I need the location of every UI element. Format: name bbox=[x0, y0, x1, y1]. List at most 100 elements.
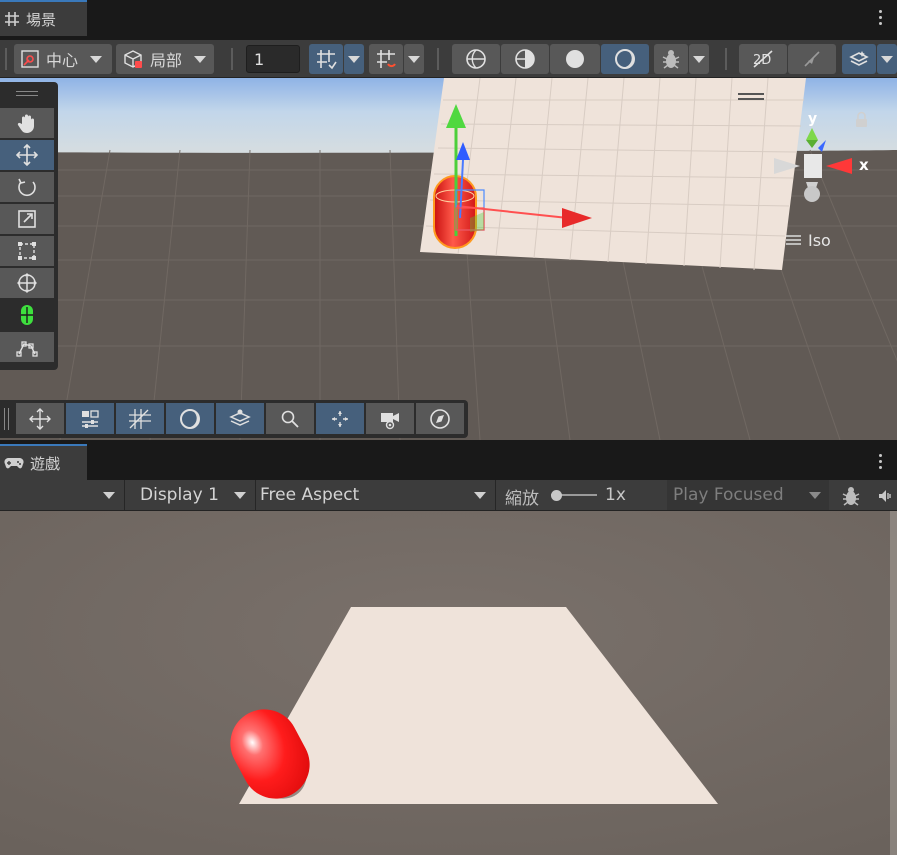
space-mode-label: 局部 bbox=[150, 51, 183, 70]
scene-viewport bbox=[0, 78, 897, 440]
chevron-down-icon bbox=[809, 492, 821, 499]
gizmo-axis-x-label: x bbox=[859, 156, 869, 174]
path-icon bbox=[16, 341, 38, 357]
pivot-mode-label: 中心 bbox=[46, 51, 79, 70]
chevron-down-icon bbox=[348, 55, 360, 63]
shading-wireframe-button[interactable] bbox=[452, 44, 500, 74]
scale-slider-thumb[interactable] bbox=[551, 490, 562, 501]
tool-hand[interactable] bbox=[0, 108, 54, 138]
overlay-move-button[interactable] bbox=[16, 403, 64, 434]
play-mode-label: Play Focused bbox=[673, 485, 784, 505]
tab-scene-label: 場景 bbox=[26, 10, 57, 29]
scene-more-icon[interactable] bbox=[879, 10, 883, 25]
game-view[interactable] bbox=[0, 511, 897, 855]
shading-icon bbox=[180, 408, 200, 429]
scene-view[interactable]: y x Iso bbox=[0, 78, 897, 440]
shading-shaded-wireframe-button[interactable] bbox=[501, 44, 549, 74]
tab-game[interactable]: 遊戲 bbox=[0, 444, 87, 480]
aspect-ratio-label: Free Aspect bbox=[260, 485, 360, 505]
scene-plane bbox=[420, 78, 806, 271]
overlay-camera-button[interactable] bbox=[366, 403, 414, 434]
toolbar-separator bbox=[495, 480, 496, 510]
overlay-settings-button[interactable] bbox=[66, 403, 114, 434]
tool-path[interactable] bbox=[0, 332, 54, 362]
chevron-down-icon bbox=[90, 55, 103, 63]
toggle-lighting-button[interactable] bbox=[788, 44, 836, 74]
overlay-navigation-button[interactable] bbox=[416, 403, 464, 434]
increment-snap-button[interactable] bbox=[369, 44, 403, 74]
overlay-shading-button[interactable] bbox=[166, 403, 214, 434]
camera-icon bbox=[381, 412, 399, 429]
bug-icon bbox=[662, 50, 680, 69]
tool-rect[interactable] bbox=[0, 236, 54, 266]
scale-label: 縮放 bbox=[505, 489, 539, 509]
chevron-down-icon bbox=[881, 55, 893, 63]
increment-snap-icon bbox=[377, 50, 396, 68]
scale-value: 1x bbox=[605, 485, 626, 505]
display-dropdown[interactable]: Display 1 bbox=[126, 480, 254, 510]
orientation-icon bbox=[332, 410, 348, 427]
toggle-2d-button[interactable]: 2D bbox=[739, 44, 787, 74]
shaded-sphere-icon bbox=[566, 50, 584, 68]
tool-transform[interactable] bbox=[0, 268, 54, 298]
game-more-icon[interactable] bbox=[879, 454, 883, 469]
drag-handle-icon[interactable] bbox=[4, 408, 9, 430]
play-mode-dropdown[interactable]: Play Focused bbox=[667, 480, 829, 510]
grid-snap-dropdown[interactable] bbox=[344, 44, 364, 74]
scale-slider[interactable] bbox=[551, 490, 597, 501]
chevron-down-icon bbox=[408, 55, 420, 63]
grid-size-input[interactable] bbox=[246, 45, 300, 73]
shaded-wireframe-sphere-icon bbox=[515, 49, 535, 69]
drag-handle-icon[interactable] bbox=[16, 91, 38, 96]
sliders-icon bbox=[82, 409, 99, 428]
move-icon bbox=[15, 143, 39, 167]
bug-icon bbox=[842, 487, 860, 506]
pivot-mode-dropdown[interactable]: 中心 bbox=[14, 44, 112, 74]
game-view-mode-dropdown[interactable] bbox=[0, 480, 123, 510]
mute-audio-button[interactable] bbox=[872, 483, 897, 509]
tools-overlay-panel bbox=[0, 82, 58, 370]
toolbar-separator bbox=[231, 48, 233, 70]
chevron-down-icon bbox=[474, 492, 486, 499]
effects-button[interactable] bbox=[842, 44, 876, 74]
increment-snap-dropdown[interactable] bbox=[404, 44, 424, 74]
scene-tab-bar: 場景 bbox=[0, 0, 897, 36]
rotate-icon bbox=[18, 178, 36, 197]
transform-icon bbox=[17, 273, 37, 293]
overlay-search-button[interactable] bbox=[266, 403, 314, 434]
unlit-sphere-icon bbox=[615, 49, 635, 69]
grid-snap-button[interactable] bbox=[309, 44, 343, 74]
scale-icon bbox=[18, 210, 36, 228]
tab-scene[interactable]: 場景 bbox=[0, 0, 87, 36]
overlay-layers-button[interactable] bbox=[216, 403, 264, 434]
overlay-orientation-button[interactable] bbox=[316, 403, 364, 434]
overlay-grid-button[interactable] bbox=[116, 403, 164, 434]
game-tab-bar: 遊戲 bbox=[0, 444, 897, 480]
debug-draw-mode-button[interactable] bbox=[654, 44, 688, 74]
aspect-ratio-dropdown[interactable]: Free Aspect bbox=[256, 480, 494, 510]
projection-label[interactable]: Iso bbox=[808, 231, 831, 250]
space-mode-dropdown[interactable]: 局部 bbox=[116, 44, 214, 74]
wireframe-sphere-icon bbox=[466, 49, 486, 69]
toolbar-separator bbox=[437, 48, 439, 70]
grid-snap-icon bbox=[129, 408, 151, 429]
tool-custom[interactable] bbox=[0, 300, 54, 330]
tab-game-label: 遊戲 bbox=[30, 454, 61, 473]
grid-icon bbox=[5, 12, 19, 26]
shading-unlit-button[interactable] bbox=[601, 44, 649, 74]
pivot-icon bbox=[21, 50, 39, 68]
debug-draw-mode-dropdown[interactable] bbox=[689, 44, 709, 74]
tool-rotate[interactable] bbox=[0, 172, 54, 202]
scene-overlay-toolbar bbox=[0, 400, 468, 438]
speaker-icon bbox=[878, 490, 891, 502]
chevron-down-icon bbox=[194, 55, 207, 63]
effects-dropdown[interactable] bbox=[877, 44, 897, 74]
shading-shaded-button[interactable] bbox=[550, 44, 600, 74]
rect-icon bbox=[18, 242, 36, 260]
toolbar-separator bbox=[124, 480, 125, 510]
tool-move[interactable] bbox=[0, 140, 54, 170]
display-label: Display 1 bbox=[140, 485, 219, 505]
tool-scale[interactable] bbox=[0, 204, 54, 234]
stats-button[interactable] bbox=[834, 483, 868, 509]
layers-icon bbox=[229, 409, 251, 426]
